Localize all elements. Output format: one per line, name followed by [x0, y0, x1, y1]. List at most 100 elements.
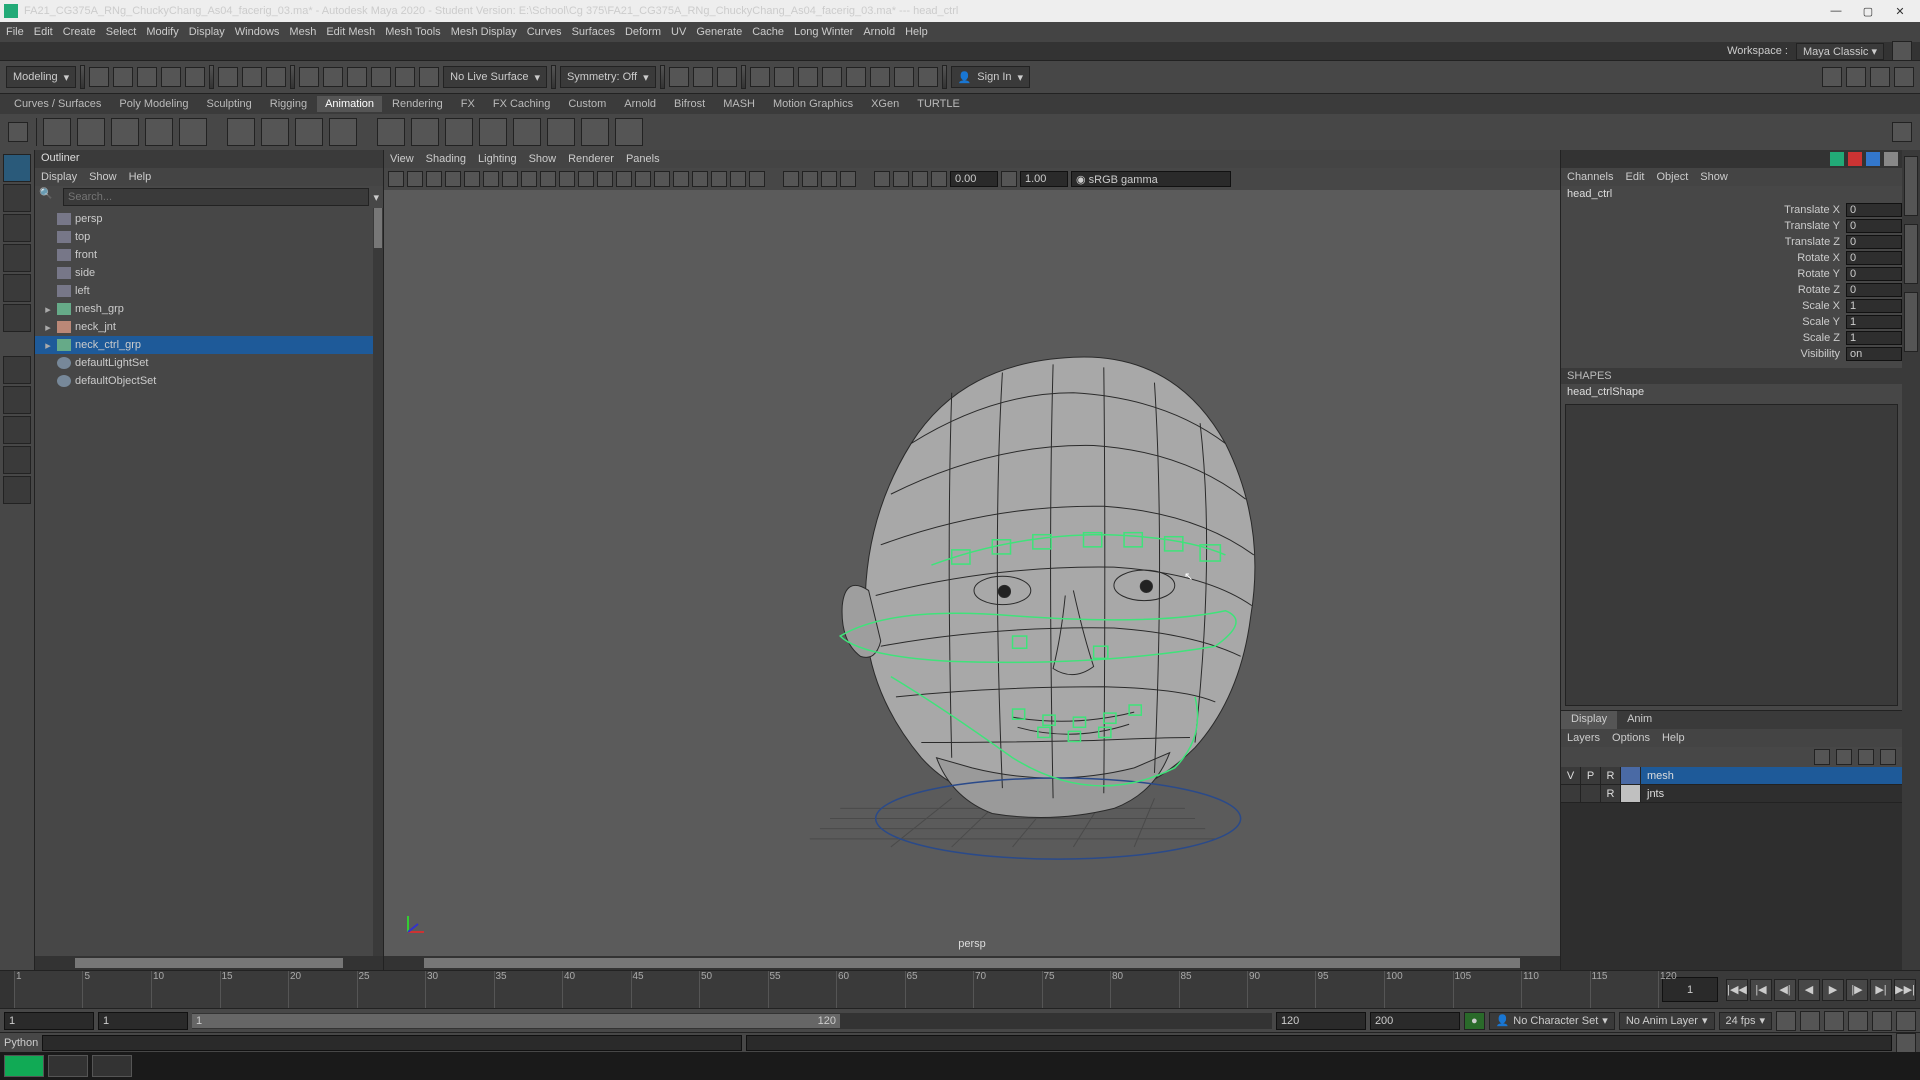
- outliner-item-neck_jnt[interactable]: ▸neck_jnt: [35, 318, 383, 336]
- anim-layer-selector[interactable]: No Anim Layer ▾: [1619, 1012, 1715, 1030]
- outliner-search-input[interactable]: [63, 188, 369, 206]
- menu-set-selector[interactable]: Modeling ▾: [6, 66, 76, 88]
- paint-tool[interactable]: [3, 214, 31, 242]
- shelf-item-setkey[interactable]: [227, 118, 255, 146]
- outliner-item-top[interactable]: top: [35, 228, 383, 246]
- layer-list[interactable]: VPRmeshRjnts: [1561, 767, 1902, 970]
- layout-four[interactable]: [3, 386, 31, 414]
- channel-attr-value[interactable]: 1: [1846, 299, 1902, 313]
- viewport-toolbar-icon-7[interactable]: [521, 171, 537, 187]
- toggle-sidebar-icon[interactable]: [1894, 67, 1914, 87]
- channel-attr-label[interactable]: Scale Z: [1561, 332, 1846, 344]
- light-editor-icon[interactable]: [846, 67, 866, 87]
- layer-color-swatch[interactable]: [1621, 767, 1641, 784]
- range-track[interactable]: 1 120: [192, 1013, 1272, 1029]
- shelf-tab-animation[interactable]: Animation: [317, 96, 382, 112]
- loop-icon[interactable]: [1776, 1011, 1796, 1031]
- menu-file[interactable]: File: [6, 26, 24, 38]
- snap-live-icon[interactable]: [395, 67, 415, 87]
- layout-two-stack[interactable]: [3, 446, 31, 474]
- viewport-menu-lighting[interactable]: Lighting: [478, 153, 517, 165]
- menu-surfaces[interactable]: Surfaces: [572, 26, 615, 38]
- layer-menu-help[interactable]: Help: [1662, 732, 1685, 744]
- viewport-toolbar-icon-1[interactable]: [407, 171, 423, 187]
- ipr-icon[interactable]: [774, 67, 794, 87]
- select-mode-icon[interactable]: [218, 67, 238, 87]
- channel-attr-value[interactable]: 0: [1846, 251, 1902, 265]
- channelbox-menu-show[interactable]: Show: [1700, 171, 1728, 183]
- layer-menu-options[interactable]: Options: [1612, 732, 1650, 744]
- layout-single[interactable]: [3, 356, 31, 384]
- shelf-tab-fx[interactable]: FX: [453, 96, 483, 112]
- render-globals-icon[interactable]: [894, 67, 914, 87]
- select-tool[interactable]: [3, 154, 31, 182]
- layout-two-side[interactable]: [3, 416, 31, 444]
- viewport-light-icon-0[interactable]: [783, 171, 799, 187]
- viewport-iso-icon-2[interactable]: [912, 171, 928, 187]
- workspace-selector[interactable]: Maya Classic ▾: [1796, 43, 1884, 60]
- channel-attr-label[interactable]: Translate Y: [1561, 220, 1846, 232]
- sidebar-tab-attribute-editor[interactable]: [1904, 224, 1918, 284]
- outliner-item-left[interactable]: left: [35, 282, 383, 300]
- maximize-button[interactable]: ▢: [1852, 2, 1884, 20]
- layer-r-toggle[interactable]: R: [1601, 785, 1621, 802]
- shelf-item-bake[interactable]: [145, 118, 173, 146]
- layer-p-toggle[interactable]: [1581, 785, 1601, 802]
- viewport-toolbar-icon-11[interactable]: [597, 171, 613, 187]
- layer-p-toggle[interactable]: P: [1581, 767, 1601, 784]
- go-to-end-button[interactable]: ▶▶|: [1894, 979, 1916, 1001]
- chevron-down-icon[interactable]: ▾: [373, 191, 379, 204]
- command-input[interactable]: [42, 1035, 742, 1051]
- menu-mesh-display[interactable]: Mesh Display: [451, 26, 517, 38]
- menu-uv[interactable]: UV: [671, 26, 686, 38]
- shelf-item-tangent-2[interactable]: [411, 118, 439, 146]
- shelf-tab-fx-caching[interactable]: FX Caching: [485, 96, 558, 112]
- shelf-item-setkey-anim[interactable]: [261, 118, 289, 146]
- workspace-icon-1[interactable]: [1892, 41, 1912, 61]
- range-end-field[interactable]: 200: [1370, 1012, 1460, 1030]
- channel-attr-value[interactable]: 0: [1846, 235, 1902, 249]
- prefs-icon[interactable]: [1872, 1011, 1892, 1031]
- outliner-item-mesh_grp[interactable]: ▸mesh_grp: [35, 300, 383, 318]
- viewport-menu-shading[interactable]: Shading: [426, 153, 466, 165]
- viewport-toolbar-icon-3[interactable]: [445, 171, 461, 187]
- undo-icon[interactable]: [161, 67, 181, 87]
- viewport-light-icon-3[interactable]: [840, 171, 856, 187]
- channel-attr-value[interactable]: 1: [1846, 315, 1902, 329]
- play-forward-button[interactable]: ▶: [1822, 979, 1844, 1001]
- sidebar-tab-channelbox[interactable]: [1904, 156, 1918, 216]
- shape-node-name[interactable]: head_ctrlShape: [1561, 384, 1902, 400]
- menu-edit[interactable]: Edit: [34, 26, 53, 38]
- viewport-hscroll[interactable]: [384, 956, 1560, 970]
- channel-attr-value[interactable]: 1: [1846, 331, 1902, 345]
- shelf-tab-turtle[interactable]: TURTLE: [909, 96, 968, 112]
- viewport-iso-icon-0[interactable]: [874, 171, 890, 187]
- outliner-item-persp[interactable]: persp: [35, 210, 383, 228]
- save-scene-icon[interactable]: [137, 67, 157, 87]
- layer-v-toggle[interactable]: V: [1561, 767, 1581, 784]
- minimize-button[interactable]: —: [1820, 2, 1852, 20]
- flow-icon[interactable]: [693, 67, 713, 87]
- viewport-toolbar-icon-8[interactable]: [540, 171, 556, 187]
- viewport-toolbar-icon-17[interactable]: [711, 171, 727, 187]
- taskbar-maya-icon[interactable]: [4, 1055, 44, 1077]
- layer-color-swatch[interactable]: [1621, 785, 1641, 802]
- channel-attr-value[interactable]: 0: [1846, 219, 1902, 233]
- viewport-toolbar-icon-13[interactable]: [635, 171, 651, 187]
- menu-generate[interactable]: Generate: [696, 26, 742, 38]
- viewport-light-icon-1[interactable]: [802, 171, 818, 187]
- outliner-tree[interactable]: persptopfrontsideleft▸mesh_grp▸neck_jnt▸…: [35, 208, 383, 956]
- shelf-item-ghost[interactable]: [77, 118, 105, 146]
- scrollbar[interactable]: [373, 208, 383, 956]
- viewport-iso-icon-1[interactable]: [893, 171, 909, 187]
- shelf-item-tangent-6[interactable]: [547, 118, 575, 146]
- pause-render-icon[interactable]: [918, 67, 938, 87]
- snap-view-icon[interactable]: [419, 67, 439, 87]
- outliner-item-neck_ctrl_grp[interactable]: ▸neck_ctrl_grp: [35, 336, 383, 354]
- toggle-channelbox-icon[interactable]: [1830, 152, 1844, 166]
- new-scene-icon[interactable]: [89, 67, 109, 87]
- shelf-item-tangent-4[interactable]: [479, 118, 507, 146]
- outliner-menu-help[interactable]: Help: [129, 171, 152, 183]
- open-scene-icon[interactable]: [113, 67, 133, 87]
- shelf-item-tangent-1[interactable]: [377, 118, 405, 146]
